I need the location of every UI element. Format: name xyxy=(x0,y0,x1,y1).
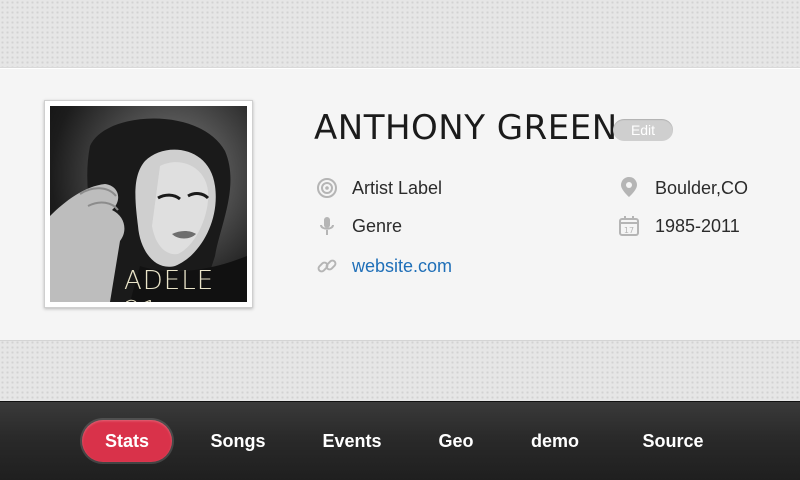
years-active-text: 1985-2011 xyxy=(655,216,740,236)
tab-source[interactable]: Source xyxy=(628,420,718,462)
tab-demo[interactable]: demo xyxy=(519,420,591,462)
website-link[interactable]: website.com xyxy=(352,255,452,277)
microphone-icon xyxy=(320,217,334,235)
album-cover-image: ADELE 21 xyxy=(50,106,247,302)
album-cover-frame[interactable]: ADELE 21 xyxy=(44,100,253,308)
svg-text:17: 17 xyxy=(624,226,634,235)
tab-events[interactable]: Events xyxy=(309,420,395,462)
genre-text: Genre xyxy=(352,216,403,236)
map-pin-icon xyxy=(621,177,637,197)
link-icon xyxy=(317,259,337,273)
calendar-icon: 17 xyxy=(619,216,639,236)
location-text: Boulder,CO xyxy=(655,178,749,198)
top-pattern-area xyxy=(0,0,800,67)
tab-stats[interactable]: Stats xyxy=(82,420,172,462)
artist-profile-card: ADELE 21 ANTHONY GREEN Edit Artist Label… xyxy=(0,67,800,341)
artist-name-heading: ANTHONY GREEN xyxy=(314,108,618,148)
edit-button[interactable]: Edit xyxy=(613,119,673,141)
tab-geo[interactable]: Geo xyxy=(425,420,487,462)
target-icon xyxy=(317,178,337,198)
artist-label-text: Artist Label xyxy=(352,178,443,198)
tab-songs[interactable]: Songs xyxy=(197,420,279,462)
bottom-tab-bar: Stats Songs Events Geo demo Source xyxy=(0,401,800,480)
album-title-text: ADELE 21 xyxy=(124,266,215,302)
